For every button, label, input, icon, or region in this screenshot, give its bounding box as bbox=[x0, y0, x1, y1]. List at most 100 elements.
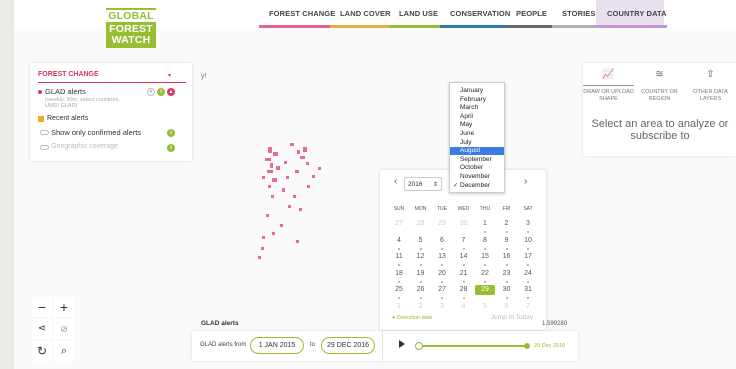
calendar-day[interactable]: 10 bbox=[518, 236, 538, 250]
info-icon[interactable]: i bbox=[157, 88, 165, 96]
calendar-day[interactable]: 24 bbox=[518, 269, 538, 283]
upload-icon[interactable]: ⇪ bbox=[685, 69, 736, 80]
nav-item-stories[interactable]: STORIES bbox=[562, 9, 596, 18]
calendar-day[interactable]: 15 bbox=[475, 252, 495, 266]
search-icon[interactable]: ⌕ bbox=[54, 341, 74, 361]
start-date-button[interactable]: 1 JAN 2015 bbox=[250, 337, 304, 354]
calendar-day[interactable]: 3 bbox=[518, 219, 538, 233]
nav-item-country-data[interactable]: COUNTRY DATA bbox=[607, 9, 667, 18]
confirmed-alerts-label[interactable]: Show only confirmed alerts bbox=[51, 128, 141, 137]
calendar-day[interactable]: 28 bbox=[454, 285, 474, 299]
timeline-start-handle[interactable] bbox=[415, 342, 423, 350]
calendar-day[interactable]: 17 bbox=[518, 252, 538, 266]
nav-item-land-use[interactable]: LAND USE bbox=[399, 9, 438, 18]
nav-item-conservation[interactable]: CONSERVATION bbox=[450, 9, 510, 18]
calendar-day[interactable]: 27 bbox=[389, 219, 409, 229]
alert-pixel bbox=[293, 195, 296, 198]
calendar-day[interactable]: 26 bbox=[411, 285, 431, 299]
jump-to-today-link[interactable]: Jump to Today bbox=[491, 314, 533, 321]
tab-country-region[interactable]: COUNTRY OR REGION bbox=[634, 89, 685, 102]
layer-name[interactable]: GLAD alerts bbox=[45, 87, 86, 96]
geographic-coverage-label[interactable]: Geographic coverage bbox=[51, 143, 118, 150]
calendar-day[interactable]: 4 bbox=[389, 236, 409, 250]
end-date-button[interactable]: 29 DEC 2016 bbox=[321, 337, 375, 354]
zoom-in-icon[interactable]: + bbox=[54, 297, 74, 317]
calendar-day[interactable]: 30 bbox=[497, 285, 517, 299]
calendar-day[interactable]: 31 bbox=[518, 285, 538, 299]
calendar-day[interactable]: 29 bbox=[432, 219, 452, 229]
calendar-day[interactable]: 11 bbox=[389, 252, 409, 266]
calendar-day[interactable]: 16 bbox=[497, 252, 517, 266]
calendar-day[interactable]: 6 bbox=[497, 302, 517, 312]
month-option[interactable]: June bbox=[450, 130, 504, 138]
calendar-day[interactable]: 7 bbox=[454, 236, 474, 250]
alert-icon[interactable]: ▲ bbox=[167, 88, 175, 96]
hide-icon[interactable]: ⊘ bbox=[54, 319, 74, 339]
month-option[interactable]: July bbox=[450, 139, 504, 147]
calendar-day[interactable]: 9 bbox=[497, 236, 517, 250]
gfw-logo[interactable]: GLOBAL FOREST WATCH bbox=[106, 8, 156, 48]
calendar-day[interactable]: 21 bbox=[454, 269, 474, 283]
calendar-day[interactable]: 27 bbox=[432, 285, 452, 299]
calendar-day[interactable]: 14 bbox=[454, 252, 474, 266]
calendar-day[interactable]: 25 bbox=[389, 285, 409, 299]
play-icon[interactable] bbox=[399, 340, 405, 348]
calendar-day[interactable]: 4 bbox=[454, 302, 474, 312]
month-dropdown[interactable]: January February March April May June July Augu… bbox=[449, 82, 505, 193]
month-option[interactable]: October bbox=[450, 164, 504, 172]
calendar-day[interactable]: 28 bbox=[411, 219, 431, 229]
calendar-day[interactable]: 1 bbox=[389, 302, 409, 312]
nav-item-people[interactable]: PEOPLE bbox=[516, 9, 547, 18]
info-icon[interactable]: i bbox=[167, 144, 175, 152]
calendar-day[interactable]: 1 bbox=[475, 219, 495, 233]
coverage-toggle[interactable] bbox=[40, 145, 49, 150]
calendar-day[interactable]: 2 bbox=[411, 302, 431, 312]
calendar-day[interactable]: 12 bbox=[411, 252, 431, 266]
calendar-day[interactable]: 19 bbox=[411, 269, 431, 283]
calendar-day[interactable]: 3 bbox=[432, 302, 452, 312]
nav-item-forest-change[interactable]: FOREST CHANGE bbox=[269, 9, 335, 18]
timeline-end-handle[interactable] bbox=[524, 343, 530, 349]
calendar-day[interactable]: 18 bbox=[389, 269, 409, 283]
month-option[interactable]: May bbox=[450, 121, 504, 129]
calendar-day[interactable]: 22 bbox=[475, 269, 495, 283]
timeline-track[interactable] bbox=[420, 345, 526, 347]
tab-draw-upload[interactable]: DRAW OR UPLOAD SHAPE bbox=[583, 89, 634, 102]
calendar-day[interactable]: 29 bbox=[475, 285, 495, 295]
close-icon[interactable]: × bbox=[147, 88, 155, 96]
month-option[interactable]: January bbox=[450, 87, 504, 95]
year-select[interactable]: 2016 ⇕ bbox=[404, 177, 442, 191]
month-option[interactable]: November bbox=[450, 173, 504, 181]
calendar-day[interactable]: 8 bbox=[475, 236, 495, 250]
calendar-day[interactable]: 30 bbox=[454, 219, 474, 229]
next-month-icon[interactable]: › bbox=[524, 176, 527, 187]
calendar-day[interactable]: 7 bbox=[518, 302, 538, 312]
month-option[interactable]: April bbox=[450, 113, 504, 121]
calendar-day[interactable]: 6 bbox=[432, 236, 452, 250]
tab-other-layers[interactable]: OTHER DATA LAYERS bbox=[685, 89, 736, 102]
month-option[interactable]: March bbox=[450, 104, 504, 112]
day-number: 16 bbox=[502, 253, 511, 260]
info-icon[interactable]: i bbox=[167, 129, 175, 137]
prev-month-icon[interactable]: ‹ bbox=[394, 176, 397, 187]
chart-icon[interactable]: 📈 bbox=[583, 69, 634, 80]
calendar-day[interactable]: 2 bbox=[497, 219, 517, 233]
month-option[interactable]: August bbox=[450, 147, 504, 156]
collapse-arrow-icon[interactable]: ▾ bbox=[168, 72, 171, 79]
refresh-icon[interactable]: ↻ bbox=[32, 341, 52, 361]
calendar-day[interactable]: 5 bbox=[475, 302, 495, 312]
layers-icon[interactable]: ≋ bbox=[634, 69, 685, 80]
calendar-day[interactable]: 5 bbox=[411, 236, 431, 250]
map-canvas[interactable] bbox=[0, 0, 736, 369]
share-icon[interactable]: ⋖ bbox=[32, 319, 52, 339]
month-option[interactable]: September bbox=[450, 156, 504, 164]
calendar-day[interactable]: 20 bbox=[432, 269, 452, 283]
confirmed-toggle[interactable] bbox=[40, 130, 49, 135]
month-option[interactable]: ✓ December bbox=[450, 182, 504, 190]
calendar-day[interactable]: 23 bbox=[497, 269, 517, 283]
nav-item-land-cover[interactable]: LAND COVER bbox=[340, 9, 391, 18]
month-option[interactable]: February bbox=[450, 96, 504, 104]
day-number: 19 bbox=[416, 269, 425, 277]
zoom-out-icon[interactable]: − bbox=[32, 297, 52, 317]
calendar-day[interactable]: 13 bbox=[432, 252, 452, 266]
